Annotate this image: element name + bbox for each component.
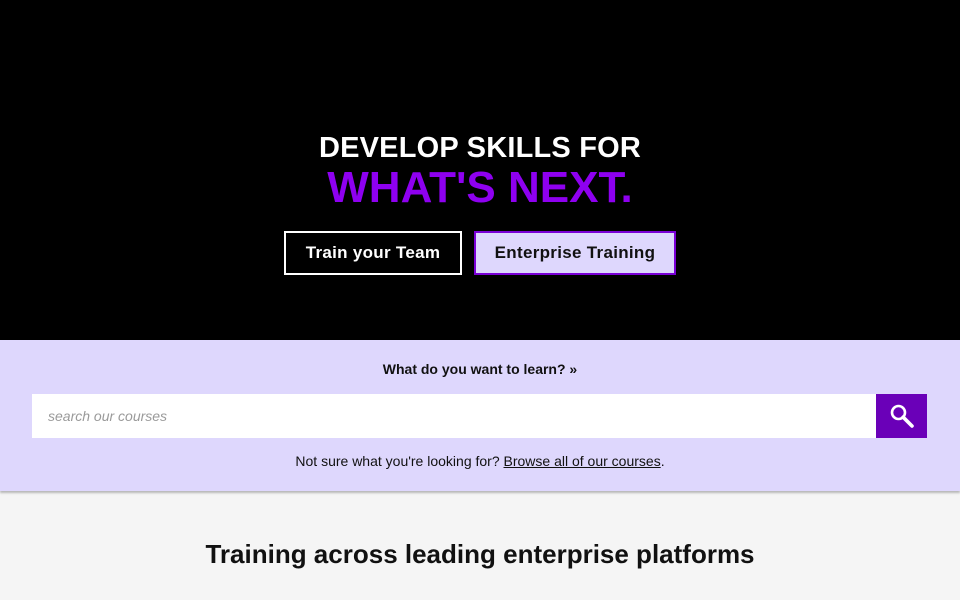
hero-headline-line2: WHAT'S NEXT. (327, 163, 633, 212)
hero-section: DEVELOP SKILLS FOR WHAT'S NEXT. Train yo… (0, 0, 960, 340)
browse-all-courses-link[interactable]: Browse all of our courses (504, 453, 661, 469)
browse-suffix-text: . (660, 453, 665, 469)
search-icon (890, 404, 914, 428)
course-search-section: What do you want to learn? » Not sure wh… (0, 340, 960, 491)
train-your-team-button[interactable]: Train your Team (284, 231, 462, 275)
search-prompt: What do you want to learn? » (382, 361, 578, 377)
browse-prefix-text: Not sure what you're looking for? (295, 453, 504, 469)
course-search-input[interactable] (32, 394, 876, 438)
search-submit-button[interactable] (876, 394, 927, 438)
hero-headline-line1: DEVELOP SKILLS FOR (318, 132, 642, 164)
browse-courses-hint: Not sure what you're looking for? Browse… (0, 452, 960, 470)
enterprise-training-button[interactable]: Enterprise Training (474, 231, 676, 275)
platforms-section-title: Training across leading enterprise platf… (205, 539, 755, 569)
